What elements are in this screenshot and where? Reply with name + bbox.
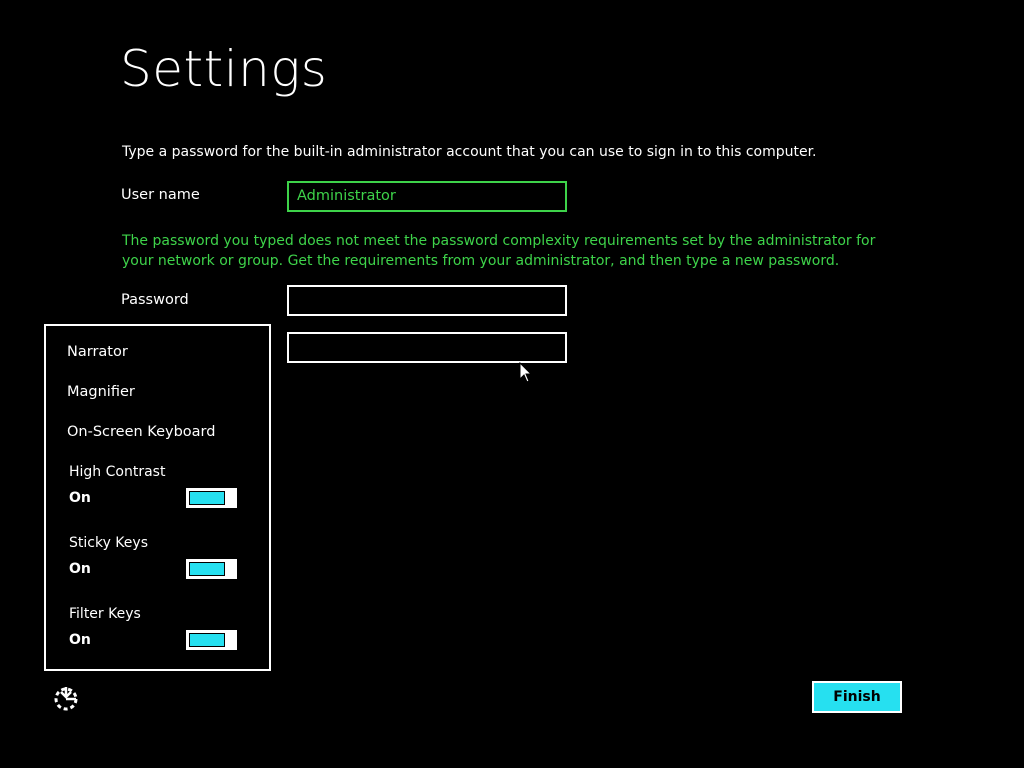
high-contrast-toggle[interactable] [186,488,237,508]
high-contrast-state: On [69,490,91,506]
ease-of-access-menu: Narrator Magnifier On-Screen Keyboard Hi… [44,324,271,671]
high-contrast-label: High Contrast [69,464,166,480]
sticky-keys-state: On [69,561,91,577]
sticky-keys-toggle[interactable] [186,559,237,579]
settings-page: Settings Type a password for the built-i… [0,0,1024,768]
mouse-cursor-icon [519,361,533,384]
username-label: User name [121,187,200,203]
username-field[interactable]: Administrator [287,181,567,212]
toggle-fill [189,562,225,576]
reenter-password-field[interactable] [287,332,567,363]
narrator-option[interactable]: Narrator [67,344,128,360]
password-field[interactable] [287,285,567,316]
page-title: Settings [120,40,328,98]
filter-keys-state: On [69,632,91,648]
instruction-text: Type a password for the built-in adminis… [122,144,817,160]
password-label: Password [121,292,189,308]
filter-keys-label: Filter Keys [69,606,141,622]
finish-button[interactable]: Finish [812,681,902,713]
magnifier-option[interactable]: Magnifier [67,384,135,400]
toggle-fill [189,633,225,647]
password-error-message: The password you typed does not meet the… [122,233,876,269]
filter-keys-toggle[interactable] [186,630,237,650]
on-screen-keyboard-option[interactable]: On-Screen Keyboard [67,424,215,440]
toggle-fill [189,491,225,505]
ease-of-access-icon[interactable] [52,684,80,712]
sticky-keys-label: Sticky Keys [69,535,148,551]
